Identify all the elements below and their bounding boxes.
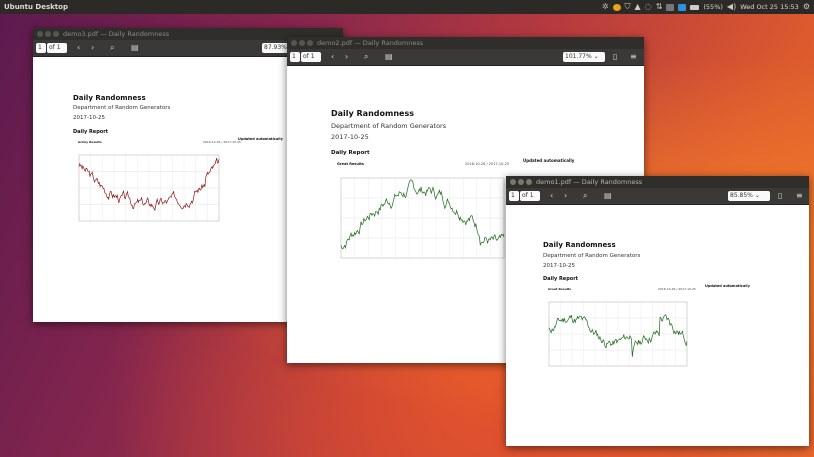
evince-window-demo1[interactable]: demo1.pdf — Daily Randomness 1 of 1 ‹ › … [506, 176, 809, 446]
keyboard-layout-icon[interactable] [666, 3, 675, 11]
annotate-icon[interactable]: ▤ [131, 42, 139, 54]
previous-page-icon[interactable]: ‹ [550, 190, 553, 202]
window-toolbar: 1 of 1 ‹ › ⌕ ▤ 85.85% ⌄ ▯ ≡ [506, 188, 809, 205]
battery-icon[interactable] [690, 4, 700, 10]
panel-title[interactable]: Ubuntu Desktop [4, 2, 68, 12]
chart-name: Great Results [548, 287, 571, 291]
top-panel: Ubuntu Desktop ✲ ⛉ ▲ ◌ ⇅ (55%) ◀) Wed Oc… [0, 0, 814, 14]
battery-percent: (55%) [703, 3, 723, 11]
line-chart [548, 301, 688, 367]
chart-range: 2016-10-26 / 2017-10-25 [203, 140, 241, 144]
doc-section: Daily Report [331, 150, 370, 156]
doc-updated: Updated automatically [523, 158, 575, 163]
chart-range: 2016-10-26 / 2017-10-25 [465, 162, 510, 166]
line-chart [78, 154, 220, 222]
menu-icon[interactable]: ≡ [796, 190, 803, 202]
close-icon[interactable] [37, 31, 43, 37]
shield-icon[interactable]: ⛉ [625, 2, 631, 12]
doc-department: Department of Random Generators [331, 122, 447, 130]
minimize-icon[interactable] [518, 179, 524, 185]
window-toolbar: 1 of 1 ‹ › ⌕ ▤ 101.77% ⌄ ▯ ≡ [287, 49, 644, 66]
zoom-value: 101.77% [565, 53, 592, 60]
clock[interactable]: Wed Oct 25 15:53 [740, 3, 799, 11]
mail-icon[interactable] [678, 3, 687, 11]
zoom-select[interactable]: 85.85% ⌄ [728, 191, 770, 201]
page-count: of 1 [301, 52, 321, 62]
close-icon[interactable] [510, 179, 516, 185]
search-icon[interactable]: ⌕ [583, 190, 587, 202]
menu-icon[interactable]: ≡ [630, 51, 637, 63]
doc-section: Daily Report [73, 129, 109, 135]
next-page-icon[interactable]: › [345, 51, 348, 63]
zoom-value: 85.85% [730, 192, 753, 199]
page-number-input[interactable]: 1 [36, 43, 46, 53]
window-title: demo1.pdf — Daily Randomness [536, 178, 643, 186]
doc-department: Department of Random Generators [73, 105, 171, 111]
previous-page-icon[interactable]: ‹ [77, 42, 80, 54]
previous-page-icon[interactable]: ‹ [331, 51, 334, 63]
system-tray: ✲ ⛉ ▲ ◌ ⇅ (55%) ◀) Wed Oct 25 15:53 ⚙ [602, 1, 810, 13]
chart-range: 2016-10-26 / 2017-10-25 [658, 287, 696, 291]
window-titlebar[interactable]: demo1.pdf — Daily Randomness [506, 176, 809, 188]
chevron-down-icon: ⌄ [593, 53, 599, 60]
next-page-icon[interactable]: › [91, 42, 94, 54]
doc-department: Department of Random Generators [543, 253, 641, 259]
maximize-icon[interactable] [526, 179, 532, 185]
page-number-input[interactable]: 1 [509, 191, 519, 201]
search-icon[interactable]: ⌕ [110, 42, 114, 54]
close-icon[interactable] [291, 40, 297, 46]
minimize-icon[interactable] [299, 40, 305, 46]
window-title: demo2.pdf — Daily Randomness [317, 39, 424, 47]
doc-section: Daily Report [543, 276, 579, 282]
maximize-icon[interactable] [53, 31, 59, 37]
document-icon[interactable]: ▯ [613, 51, 617, 63]
annotate-icon[interactable]: ▤ [604, 190, 612, 202]
doc-date: 2017-10-25 [543, 263, 575, 269]
next-page-icon[interactable]: › [564, 190, 567, 202]
search-icon[interactable]: ⌕ [364, 51, 368, 63]
doc-title: Daily Randomness [331, 109, 414, 118]
line-chart [340, 177, 505, 259]
settings-gear-icon[interactable]: ✲ [602, 2, 609, 12]
window-title: demo3.pdf — Daily Randomness [63, 30, 170, 38]
power-gear-icon[interactable]: ⚙ [803, 2, 810, 12]
chart-name: Grimy Results [78, 140, 102, 144]
doc-title: Daily Randomness [73, 94, 146, 102]
page-number-input[interactable]: 1 [290, 52, 300, 62]
doc-updated: Updated automatically [705, 284, 750, 288]
annotate-icon[interactable]: ▤ [385, 51, 393, 63]
doc-date: 2017-10-25 [73, 115, 105, 121]
dropbox-icon[interactable]: ▲ [635, 2, 641, 12]
doc-date: 2017-10-25 [331, 133, 369, 141]
page-count: of 1 [47, 43, 67, 53]
minimize-icon[interactable] [45, 31, 51, 37]
page-count: of 1 [520, 191, 540, 201]
network-icon[interactable]: ⇅ [656, 2, 663, 12]
chat-icon[interactable]: ◌ [645, 2, 652, 12]
zoom-select[interactable]: 101.77% ⌄ [563, 52, 605, 62]
volume-icon[interactable]: ◀) [727, 2, 736, 12]
doc-updated: Updated automatically [238, 137, 283, 141]
chrome-icon[interactable] [612, 3, 621, 11]
doc-title: Daily Randomness [543, 241, 616, 249]
chevron-down-icon: ⌄ [754, 192, 760, 199]
chart-name: Great Results [337, 162, 364, 166]
pdf-page: Daily Randomness Department of Random Ge… [506, 205, 809, 446]
document-icon[interactable]: ▯ [778, 190, 782, 202]
maximize-icon[interactable] [307, 40, 313, 46]
window-titlebar[interactable]: demo2.pdf — Daily Randomness [287, 37, 644, 49]
